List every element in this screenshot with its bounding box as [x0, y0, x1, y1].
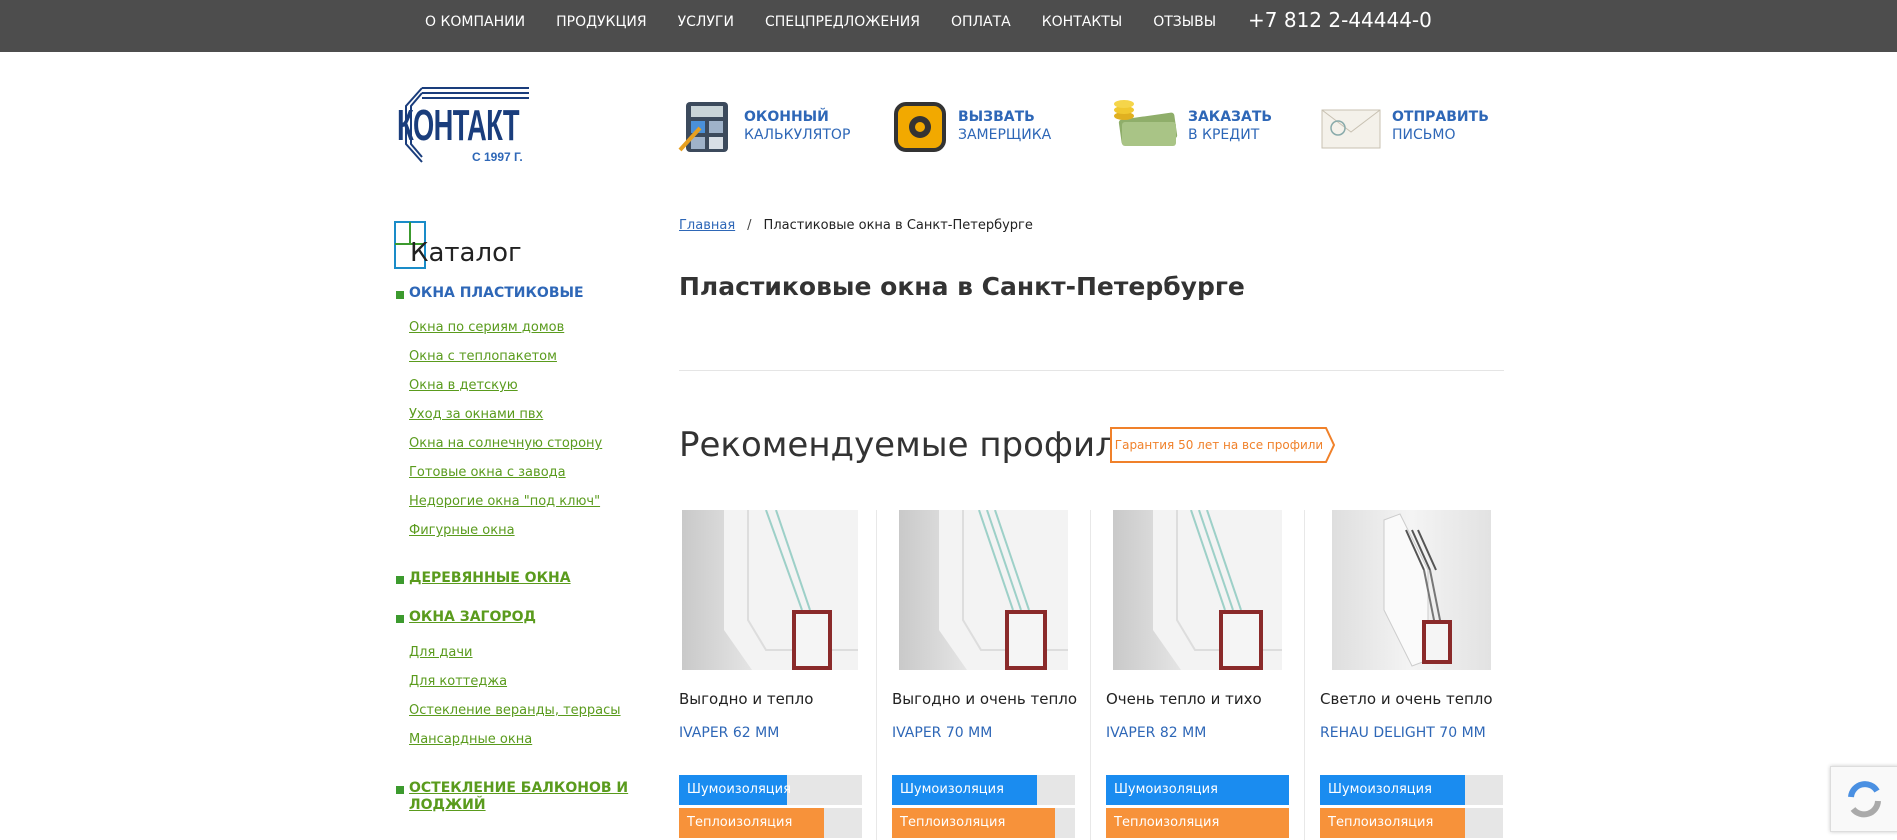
recaptcha-badge[interactable]: [1830, 766, 1897, 832]
heat-bar: Теплоизоляция: [679, 808, 862, 838]
product-name: Выгодно и очень тепло: [892, 690, 1078, 708]
calculator-line1: ОКОННЫЙ: [744, 109, 829, 125]
nav-item-payment[interactable]: ОПЛАТА: [951, 14, 1011, 30]
catalog-link[interactable]: Окна на солнечную сторону: [409, 436, 602, 451]
catalog-section-balcony[interactable]: ОСТЕКЛЕНИЕ БАЛКОНОВ И ЛОДЖИЙ: [396, 780, 628, 814]
product-name: Светло и очень тепло: [1320, 690, 1493, 708]
noise-label: Шумоизоляция: [900, 782, 1004, 797]
product-profile[interactable]: IVAPER 70 ММ: [892, 725, 992, 741]
letter-line1: ОТПРАВИТЬ: [1392, 109, 1489, 125]
top-nav: О КОМПАНИИ ПРОДУКЦИЯ УСЛУГИ СПЕЦПРЕДЛОЖЕ…: [425, 0, 1247, 44]
noise-bar: Шумоизоляция: [892, 775, 1075, 805]
page-title: Пластиковые окна в Санкт-Петербурге: [679, 272, 1245, 301]
noise-bar: Шумоизоляция: [1106, 775, 1289, 805]
catalog-link[interactable]: Фигурные окна: [409, 523, 515, 538]
noise-label: Шумоизоляция: [1114, 782, 1218, 797]
catalog-link[interactable]: Остекление веранды, террасы: [409, 703, 621, 718]
nav-item-products[interactable]: ПРОДУКЦИЯ: [556, 14, 646, 30]
catalog-link[interactable]: Окна в детскую: [409, 378, 518, 393]
top-bar: О КОМПАНИИ ПРОДУКЦИЯ УСЛУГИ СПЕЦПРЕДЛОЖЕ…: [0, 0, 1897, 52]
noise-label: Шумоизоляция: [687, 782, 791, 797]
noise-bar: Шумоизоляция: [1320, 775, 1503, 805]
logo-year: С 1997 Г.: [472, 150, 523, 164]
breadcrumb-home[interactable]: Главная: [679, 218, 735, 233]
card-divider: [1304, 510, 1305, 840]
logo-text: КОНТАКТ: [397, 101, 519, 150]
heat-label: Теплоизоляция: [1114, 815, 1220, 830]
measurer-line2: ЗАМЕРЩИКА: [958, 127, 1052, 143]
nav-item-reviews[interactable]: ОТЗЫВЫ: [1153, 14, 1216, 30]
card-divider: [1090, 510, 1091, 840]
catalog-link[interactable]: Недорогие окна "под ключ": [409, 494, 600, 509]
catalog-link[interactable]: Для коттеджа: [409, 674, 507, 689]
product-image[interactable]: [682, 510, 858, 670]
product-card[interactable]: Очень тепло и тихо IVAPER 82 ММ Шумоизол…: [1106, 510, 1291, 840]
order-credit-link[interactable]: ЗАКАЗАТЬ В КРЕДИТ: [1110, 96, 1272, 156]
measurer-line1: ВЫЗВАТЬ: [958, 109, 1035, 125]
money-icon: [1110, 98, 1178, 154]
window-calculator-link[interactable]: ОКОННЫЙ КАЛЬКУЛЯТОР: [678, 96, 850, 156]
letter-line2: ПИСЬМО: [1392, 127, 1456, 143]
product-name: Очень тепло и тихо: [1106, 690, 1262, 708]
noise-label: Шумоизоляция: [1328, 782, 1432, 797]
calculator-line2: КАЛЬКУЛЯТОР: [744, 127, 851, 143]
product-profile[interactable]: REHAU DELIGHT 70 ММ: [1320, 725, 1486, 741]
call-measurer-link[interactable]: ВЫЗВАТЬ ЗАМЕРЩИКА: [892, 96, 1051, 156]
heat-label: Теплоизоляция: [687, 815, 793, 830]
credit-line1: ЗАКАЗАТЬ: [1188, 109, 1273, 125]
divider: [679, 370, 1504, 371]
catalog-link[interactable]: Готовые окна с завода: [409, 465, 566, 480]
calculator-icon: [678, 98, 734, 154]
breadcrumb-current: Пластиковые окна в Санкт-Петербурге: [763, 218, 1033, 233]
heat-bar: Теплоизоляция: [1106, 808, 1289, 838]
product-profile[interactable]: IVAPER 62 ММ: [679, 725, 779, 741]
catalog-link[interactable]: Уход за окнами пвх: [409, 407, 543, 422]
product-card[interactable]: Светло и очень тепло REHAU DELIGHT 70 ММ…: [1320, 510, 1505, 840]
catalog-link[interactable]: Окна по сериям домов: [409, 320, 564, 335]
send-letter-link[interactable]: ОТПРАВИТЬ ПИСЬМО: [1320, 96, 1489, 156]
noise-bar: Шумоизоляция: [679, 775, 862, 805]
credit-line2: В КРЕДИТ: [1188, 127, 1260, 143]
recaptcha-icon: [1848, 781, 1881, 818]
envelope-icon: [1320, 98, 1382, 154]
warranty-badge: Гарантия 50 лет на все профили: [1110, 427, 1326, 463]
section-title: Рекомендуемые профили: [679, 425, 1139, 465]
badge-arrow-icon: [1322, 427, 1336, 463]
product-profile[interactable]: IVAPER 82 ММ: [1106, 725, 1206, 741]
nav-item-contacts[interactable]: КОНТАКТЫ: [1042, 14, 1122, 30]
catalog-section-plastic[interactable]: ОКНА ПЛАСТИКОВЫЕ: [396, 285, 584, 301]
nav-item-services[interactable]: УСЛУГИ: [678, 14, 734, 30]
nav-item-about[interactable]: О КОМПАНИИ: [425, 14, 525, 30]
heat-bar: Теплоизоляция: [1320, 808, 1503, 838]
heat-label: Теплоизоляция: [900, 815, 1006, 830]
card-divider: [876, 510, 877, 840]
nav-item-offers[interactable]: СПЕЦПРЕДЛОЖЕНИЯ: [765, 14, 920, 30]
product-image[interactable]: [1113, 510, 1282, 670]
product-image[interactable]: [1332, 510, 1491, 670]
breadcrumb-separator: /: [747, 218, 752, 233]
catalog-link[interactable]: Для дачи: [409, 645, 473, 660]
heat-bar: Теплоизоляция: [892, 808, 1075, 838]
product-name: Выгодно и тепло: [679, 690, 814, 708]
catalog-link[interactable]: Мансардные окна: [409, 732, 532, 747]
product-card[interactable]: Выгодно и тепло IVAPER 62 ММ Шумоизоляци…: [679, 510, 864, 840]
catalog-link[interactable]: Окна с теплопакетом: [409, 349, 557, 364]
product-image[interactable]: [899, 510, 1068, 670]
tape-measure-icon: [892, 98, 948, 154]
phone-number[interactable]: +7 812 2-44444-0: [1248, 8, 1432, 32]
heat-label: Теплоизоляция: [1328, 815, 1434, 830]
breadcrumb: Главная / Пластиковые окна в Санкт-Петербу…: [679, 218, 1033, 233]
catalog-section-wooden[interactable]: ДЕРЕВЯННЫЕ ОКНА: [396, 570, 571, 586]
catalog-title: Каталог: [410, 238, 522, 268]
catalog-section-country[interactable]: ОКНА ЗАГОРОД: [396, 609, 536, 625]
product-card[interactable]: Выгодно и очень тепло IVAPER 70 ММ Шумои…: [892, 510, 1077, 840]
